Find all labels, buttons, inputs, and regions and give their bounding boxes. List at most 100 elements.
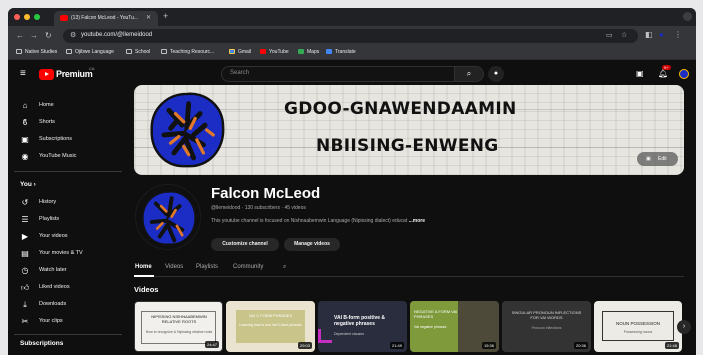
chevron-right-icon: › [682,323,686,330]
notifications-icon[interactable]: 🔔︎ [658,69,668,78]
channel-avatar[interactable] [135,184,201,250]
forward-icon[interactable]: → [30,31,38,40]
video-thumbnail[interactable]: SINGULAR PRONOUN INFLECTIONS FOR VAI WOR… [502,301,591,352]
video-duration: 24:47 [204,341,219,348]
maximize-window-button[interactable] [34,14,40,20]
channel-description[interactable]: This youtube channel is focused on Nishn… [211,218,425,224]
translate-icon [326,49,332,54]
sidebar-item-shorts[interactable]: ϐ Shorts [8,116,126,130]
logo-text: Premium [56,69,93,79]
sidebar-item-watch-later[interactable]: ◷ Watch later [8,264,126,278]
country-code: CA [89,66,95,71]
tab-videos[interactable]: Videos [165,264,183,270]
bookmark-gmail[interactable]: Gmail [229,49,251,55]
back-icon[interactable]: ← [16,31,24,40]
site-info-icon[interactable]: ⚙ [70,31,76,39]
address-bar[interactable]: ⚙ youtube.com/@llemeidood ▭ ☆ [63,29,638,43]
watch-later-icon: ◷ [21,266,29,275]
tabs-divider [134,276,684,277]
browser-window: (13) Falcon McLeod - YouTu... ✕ + ← → ↻ … [8,8,696,355]
bookmark-maps[interactable]: Maps [298,49,319,55]
sidebar-item-youtube-music[interactable]: ◉ YouTube Music [8,150,126,164]
active-tab-indicator [134,275,154,277]
video-subtitle: Dependent clauses [334,332,364,336]
microphone-icon: ● [493,70,499,77]
sidebar-divider [14,171,122,172]
sidebar-item-movies-tv[interactable]: ▤ Your movies & TV [8,247,126,261]
new-tab-icon[interactable]: + [163,11,168,21]
video-thumbnail[interactable]: NOUN POSSESSION Possessing nouns 21:48 [594,301,682,352]
banner-title-line-2: NBIISING-ENWENG [316,136,499,156]
tab-playlists[interactable]: Playlists [196,264,218,270]
tab-search-icon[interactable] [683,12,692,21]
bookmark-star-icon[interactable]: ☆ [621,31,627,39]
sidebar-item-liked-videos[interactable]: 👍︎ Liked videos [8,281,126,295]
tab-strip: (13) Falcon McLeod - YouTu... ✕ + [8,8,696,26]
search-input[interactable]: Search [221,66,456,82]
sidebar-item-your-videos[interactable]: ▶ Your videos [8,230,126,244]
video-thumbnail[interactable]: NEGATIVE A FORM VAI PHRASES Vai negative… [410,301,499,352]
account-avatar[interactable] [679,69,689,79]
manage-videos-button[interactable]: Manage videos [284,238,340,251]
video-duration: 29:03 [297,342,312,349]
you-heading[interactable]: You › [20,181,36,188]
folder-icon [126,49,132,54]
video-duration: 15:36 [481,342,496,349]
edit-banner-button[interactable]: ▣ Edit [637,152,678,166]
search-placeholder: Search [230,70,250,76]
banner-title-line-1: GDOO-GNAWENDAAMIN [284,99,517,119]
video-subtitle: Learning how to use Vai C-form phrases [239,323,302,327]
profile-icon[interactable]: ● [659,30,664,39]
video-thumbnail[interactable]: VAI B-form positive & negative phrases D… [318,301,407,352]
customize-channel-button[interactable]: Customize channel [211,238,279,251]
video-title: VAI B-form positive & negative phrases [334,315,386,327]
video-title: NOUN POSSESSION [615,321,660,326]
music-icon: ◉ [21,152,29,161]
sidebar-divider [14,334,122,335]
playlists-icon: ☰ [21,215,29,224]
cast-icon[interactable]: ▭ [606,31,613,39]
bookmark-native-studies[interactable]: Native Studies [16,49,57,55]
bookmark-school[interactable]: School [126,49,150,55]
reload-icon[interactable]: ↻ [45,31,52,40]
your-videos-icon: ▶ [21,232,29,241]
close-tab-icon[interactable]: ✕ [146,14,151,21]
sidebar-item-playlists[interactable]: ☰ Playlists [8,213,126,227]
tab-community[interactable]: Community [233,264,263,270]
youtube-header: ≡ Premium CA Search ⌕ ● ▣ 🔔︎ 9+ [8,61,696,87]
extensions-icon[interactable]: ◧ [645,30,653,39]
browser-tab[interactable]: (13) Falcon McLeod - YouTu... ✕ [54,11,158,26]
bookmark-youtube[interactable]: YouTube [260,49,289,55]
voice-search-button[interactable]: ● [488,66,504,82]
clips-icon: ✂ [21,317,29,326]
browser-menu-icon[interactable]: ⋮ [674,30,682,39]
sidebar-item-your-clips[interactable]: ✂ Your clips [8,315,126,329]
tab-home[interactable]: Home [135,264,152,270]
video-thumbnail[interactable]: VAI C FORM PHRASES Learning how to use V… [226,301,315,352]
menu-icon[interactable]: ≡ [20,68,26,79]
bookmark-ojibwe-language[interactable]: Ojibwe Language [66,49,114,55]
videos-heading: Videos [134,285,159,294]
search-button[interactable]: ⌕ [454,66,484,82]
video-thumbnail[interactable]: NIPISSING NISHNAABEMWIN RELATIVE ROOTS H… [134,301,223,352]
create-icon[interactable]: ▣ [636,69,644,78]
url-text: youtube.com/@llemeidood [81,32,153,38]
sidebar-item-downloads[interactable]: ⤓ Downloads [8,298,126,312]
youtube-favicon-icon [60,15,68,21]
minimize-window-button[interactable] [24,14,30,20]
channel-search-icon[interactable]: ⌕ [283,264,286,271]
download-icon: ⤓ [23,300,27,309]
sidebar-item-subscriptions[interactable]: ▣ Subscriptions [8,133,126,147]
more-link[interactable]: ...more [409,218,425,224]
sidebar-item-home[interactable]: ⌂ Home [8,99,126,113]
bookmark-teaching-resources[interactable]: Teaching Resourc... [161,49,214,55]
notification-badge: 9+ [662,65,671,70]
sidebar: ⌂ Home ϐ Shorts ▣ Subscriptions ◉ YouTube Mu… [8,87,126,355]
movies-icon: ▤ [21,249,29,258]
bookmark-translate[interactable]: Translate [326,49,356,55]
subscriptions-icon: ▣ [21,135,29,144]
next-videos-button[interactable]: › [677,320,691,334]
tab-title: (13) Falcon McLeod - YouTu... [71,15,139,21]
sidebar-item-history[interactable]: ↺ History [8,196,126,210]
close-window-button[interactable] [14,14,20,20]
